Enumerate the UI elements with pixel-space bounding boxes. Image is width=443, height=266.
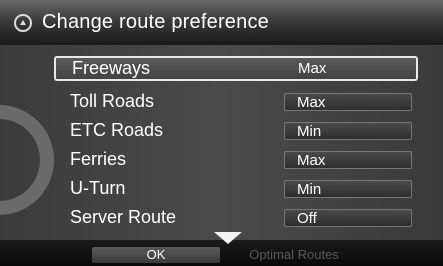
list-item-toll-roads[interactable]: Toll Roads Max (54, 87, 418, 116)
preference-list: Freeways Max Toll Roads Max ETC Roads Mi… (54, 55, 418, 232)
header-bar: Change route preference (0, 0, 443, 45)
ok-button[interactable]: OK (92, 247, 220, 263)
optimal-routes-button: Optimal Routes (249, 247, 339, 262)
item-label: Freeways (72, 58, 151, 78)
list-item-etc-roads[interactable]: ETC Roads Min (54, 116, 418, 145)
item-label: Server Route (70, 207, 177, 227)
item-value: Min (284, 121, 412, 140)
item-label: Toll Roads (70, 91, 155, 111)
scroll-down-arrow-icon[interactable] (214, 232, 242, 244)
preference-list-area: Freeways Max Toll Roads Max ETC Roads Mi… (0, 45, 443, 240)
item-value: Max (284, 92, 412, 111)
item-label: ETC Roads (70, 120, 164, 140)
route-preference-screen: Change route preference Freeways Max Tol… (0, 0, 443, 266)
item-label: U-Turn (70, 178, 126, 198)
item-value: Max (284, 150, 412, 169)
list-item-ferries[interactable]: Ferries Max (54, 145, 418, 174)
item-value: Off (284, 208, 412, 227)
decorative-dial (0, 105, 54, 215)
page-title: Change route preference (42, 11, 269, 33)
circle-arrow-icon (14, 13, 32, 32)
list-item-server-route[interactable]: Server Route Off (54, 203, 418, 232)
item-value: Max (298, 59, 327, 77)
item-value: Min (284, 179, 412, 198)
list-item-freeways[interactable]: Freeways Max (54, 56, 418, 81)
list-item-u-turn[interactable]: U-Turn Min (54, 174, 418, 203)
item-label: Ferries (70, 149, 127, 169)
